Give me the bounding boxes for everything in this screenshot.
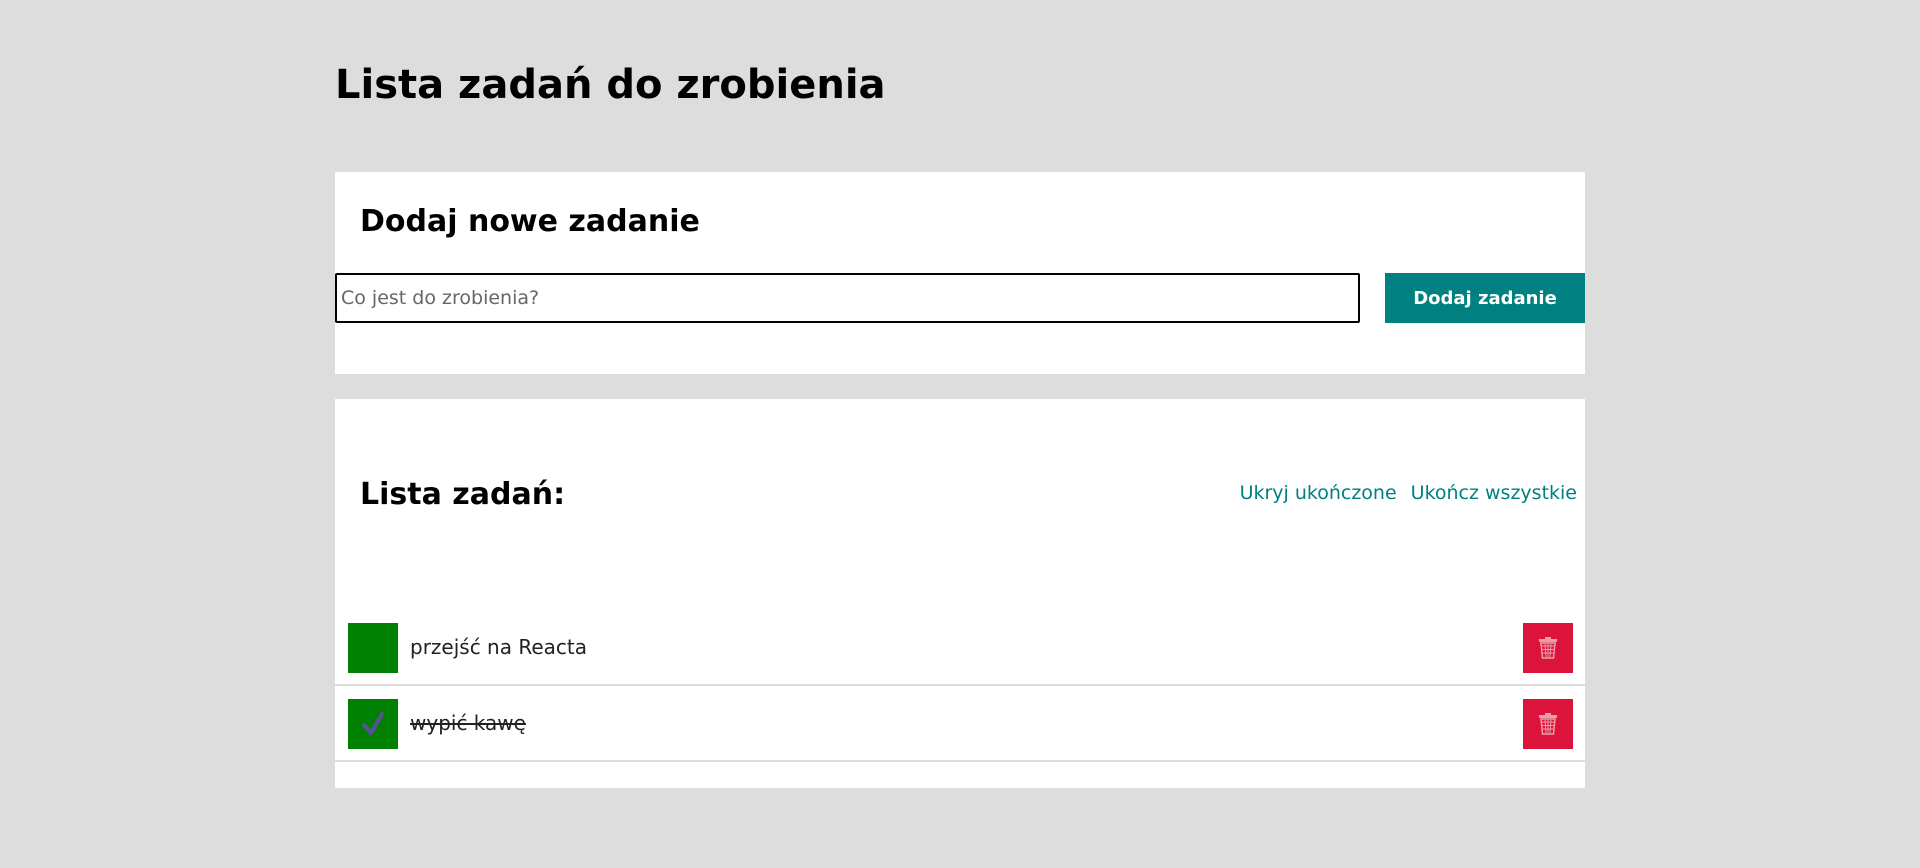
finish-all-button[interactable]: Ukończ wszystkie [1411, 482, 1577, 504]
task-item: przejść na Reacta [335, 610, 1585, 686]
task-list-heading: Lista zadań: [360, 477, 566, 512]
remove-task-button[interactable] [1523, 699, 1573, 749]
check-icon [362, 712, 384, 735]
remove-task-button[interactable] [1523, 623, 1573, 673]
new-task-heading: Dodaj nowe zadanie [360, 204, 700, 239]
task-list-section: Lista zadań: Ukryj ukończone Ukończ wszy… [335, 399, 1585, 788]
toggle-done-button[interactable] [348, 699, 398, 749]
task-item: wypić kawę [335, 686, 1585, 762]
list-actions: Ukryj ukończone Ukończ wszystkie [1240, 482, 1577, 504]
new-task-section: Dodaj nowe zadanie Dodaj zadanie [335, 172, 1585, 374]
task-content: przejść na Reacta [410, 635, 587, 659]
trash-icon [1539, 713, 1557, 735]
new-task-input[interactable] [335, 273, 1360, 323]
toggle-done-button[interactable] [348, 623, 398, 673]
task-list: przejść na Reacta wypić kawę [335, 610, 1585, 762]
add-task-button[interactable]: Dodaj zadanie [1385, 273, 1585, 323]
task-content: wypić kawę [410, 711, 526, 735]
trash-icon [1539, 637, 1557, 659]
page-title: Lista zadań do zrobienia [335, 62, 886, 108]
hide-done-button[interactable]: Ukryj ukończone [1240, 482, 1397, 504]
